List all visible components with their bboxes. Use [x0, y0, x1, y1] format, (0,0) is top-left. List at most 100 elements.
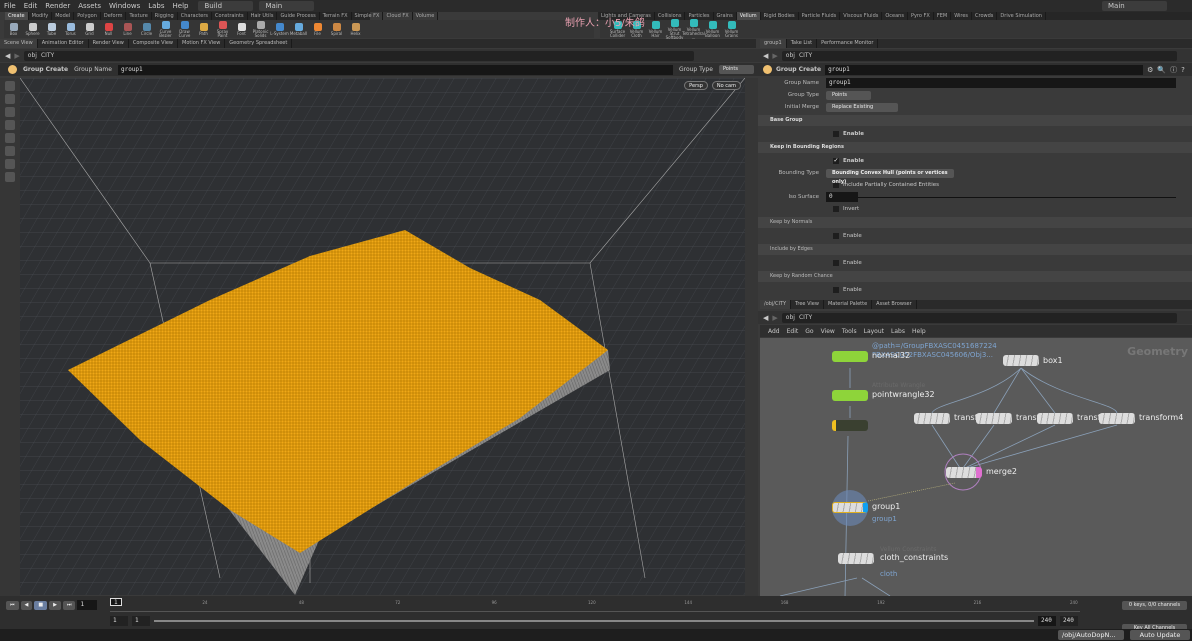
node-cloth-constraints[interactable]	[838, 553, 874, 564]
forward-icon[interactable]: ▶	[772, 52, 777, 60]
shelf-tab-wires[interactable]: Wires	[951, 12, 973, 20]
shelf-tool-platonic-solids[interactable]: Platonic Solids	[251, 20, 270, 38]
shelf-tool-vellum-balloon[interactable]: Vellum Balloon	[703, 20, 722, 38]
menu-help[interactable]: Help	[169, 2, 193, 10]
tab-animation-editor[interactable]: Animation Editor	[38, 39, 89, 48]
menu-assets[interactable]: Assets	[74, 2, 105, 10]
node-transform4[interactable]	[1099, 413, 1135, 424]
handle-tool-icon[interactable]	[5, 133, 15, 143]
random-enable-checkbox[interactable]	[833, 287, 839, 293]
network-menu-labs[interactable]: Labs	[891, 328, 905, 335]
shelf-tab-texture[interactable]: Texture	[126, 12, 152, 20]
initial-merge-select[interactable]: Replace Existing	[826, 102, 898, 112]
move-tool-icon[interactable]	[5, 94, 15, 104]
shelf-tool-vellum-tetrahedral[interactable]: Vellum Tetrahedral ...	[682, 18, 705, 40]
shelf-tab-terrain-fx[interactable]: Terrain FX	[320, 12, 352, 20]
iso-surface-slider[interactable]	[858, 196, 1176, 198]
play-icon[interactable]: ▶	[49, 600, 61, 610]
shelf-tab-drive-simulation[interactable]: Drive Simulation	[997, 12, 1046, 20]
persp-menu[interactable]: Persp	[684, 81, 708, 90]
info-icon[interactable]: ⓘ	[1170, 65, 1177, 75]
shelf-tool-circle[interactable]: Circle	[137, 22, 156, 36]
rotate-tool-icon[interactable]	[5, 107, 15, 117]
shelf-tab-vellum[interactable]: Vellum	[736, 12, 761, 20]
node-pointwrangle32[interactable]	[832, 390, 868, 401]
node-box1[interactable]	[1003, 355, 1039, 366]
shelf-tool-curve-bezier[interactable]: Curve Bezier	[156, 20, 175, 38]
shelf-tab-pyro-fx[interactable]: Pyro FX	[908, 12, 934, 20]
back-icon[interactable]: ◀	[763, 52, 768, 60]
shelf-tool-helix[interactable]: Helix	[346, 22, 365, 36]
network-menu-add[interactable]: Add	[768, 328, 780, 335]
shelf-tab-cloud-fx[interactable]: Cloud FX	[383, 12, 413, 20]
start-frame[interactable]: 1	[110, 616, 128, 626]
shelf-tool-null[interactable]: Null	[99, 22, 118, 36]
menu-edit[interactable]: Edit	[20, 2, 42, 10]
shelf-tool-vellum-grains[interactable]: Vellum Grains	[722, 20, 741, 38]
path-obj[interactable]: obj	[786, 52, 795, 59]
tab-group1[interactable]: group1	[760, 39, 787, 48]
shelf-tool-spray-paint[interactable]: Spray Paint	[213, 20, 232, 38]
shelf-tab-modify[interactable]: Modify	[29, 12, 53, 20]
search-icon[interactable]: 🔍	[1157, 66, 1166, 74]
forward-icon[interactable]: ▶	[772, 314, 777, 322]
shelf-tab-deform[interactable]: Deform	[101, 12, 127, 20]
forward-icon[interactable]: ▶	[14, 52, 19, 60]
node-transform1[interactable]	[914, 413, 950, 424]
node-transform3[interactable]	[1037, 413, 1073, 424]
node-normal32[interactable]	[832, 351, 868, 362]
end-frame[interactable]: 240	[1060, 616, 1078, 626]
shelf-tab-viscous-fluids[interactable]: Viscous Fluids	[840, 12, 883, 20]
path-node[interactable]: CITY	[41, 52, 54, 59]
pose-tool-icon[interactable]	[5, 146, 15, 156]
section-base-group[interactable]: Base Group	[758, 115, 1192, 126]
tab-motion-fx-view[interactable]: Motion FX View	[178, 39, 226, 48]
shelf-tab-guide-process[interactable]: Guide Process	[277, 12, 320, 20]
shelf-tool-tube[interactable]: Tube	[42, 22, 61, 36]
sim-path-select[interactable]: /obj/AutoDopN...	[1058, 630, 1124, 640]
shelf-tab-rigid-bodies[interactable]: Rigid Bodies	[761, 12, 799, 20]
section-normals[interactable]: Keep by Normals	[758, 217, 1192, 228]
shelf-tab-hair-utils[interactable]: Hair Utils	[248, 12, 278, 20]
group-name-field[interactable]: group1	[826, 78, 1176, 88]
node-group1-selected[interactable]	[832, 502, 868, 513]
node-name-input[interactable]: group1	[825, 64, 1144, 75]
network-menu-view[interactable]: View	[821, 328, 835, 335]
edges-enable-checkbox[interactable]	[833, 260, 839, 266]
tab--obj-city[interactable]: /obj/CITY	[760, 300, 792, 309]
frame-input[interactable]: 1	[77, 600, 98, 610]
node-bypassed[interactable]	[832, 420, 868, 431]
jump-end-icon[interactable]: ⏭	[62, 600, 76, 610]
stop-icon[interactable]: ■	[34, 600, 48, 610]
shelf-tab-rigging[interactable]: Rigging	[152, 12, 178, 20]
shelf-tab-constraints[interactable]: Constraints	[212, 12, 248, 20]
bounding-type-select[interactable]: Bounding Convex Hull (points or vertices…	[826, 168, 954, 185]
shelf-tab-fem[interactable]: FEM	[934, 12, 952, 20]
path-obj[interactable]: obj	[786, 314, 795, 321]
back-icon[interactable]: ◀	[5, 52, 10, 60]
scale-tool-icon[interactable]	[5, 120, 15, 130]
iso-surface-input[interactable]: 0	[826, 192, 858, 202]
menu-file[interactable]: File	[0, 2, 20, 10]
tab-material-palette[interactable]: Material Palette	[824, 300, 873, 309]
tab-performance-monitor[interactable]: Performance Monitor	[817, 39, 879, 48]
path-node[interactable]: CITY	[799, 52, 812, 59]
tab-asset-browser[interactable]: Asset Browser	[872, 300, 917, 309]
menu-labs[interactable]: Labs	[144, 2, 168, 10]
context-select[interactable]: Main	[259, 1, 315, 11]
section-random[interactable]: Keep by Random Chance	[758, 271, 1192, 282]
play-reverse-icon[interactable]: ◀	[20, 600, 33, 610]
network-menu-edit[interactable]: Edit	[787, 328, 799, 335]
node-merge2[interactable]	[946, 467, 982, 478]
shelf-tool-sphere[interactable]: Sphere	[23, 22, 42, 36]
section-edges[interactable]: Include by Edges	[758, 244, 1192, 255]
network-menu-go[interactable]: Go	[805, 328, 813, 335]
shelf-tool-torus[interactable]: Torus	[61, 22, 80, 36]
bounding-enable-checkbox[interactable]: ✓	[833, 158, 839, 164]
shelf-tab-model[interactable]: Model	[52, 12, 75, 20]
tab-scene-view[interactable]: Scene View	[0, 39, 38, 48]
section-bounding-regions[interactable]: Keep in Bounding Regions	[758, 142, 1192, 153]
timeline-ruler[interactable]: 1 24 48 72 96 120 144 168 192 216 240	[110, 598, 1080, 612]
shelf-tab-create[interactable]: Create	[5, 12, 29, 20]
shelf-tab-polygon[interactable]: Polygon	[74, 12, 101, 20]
